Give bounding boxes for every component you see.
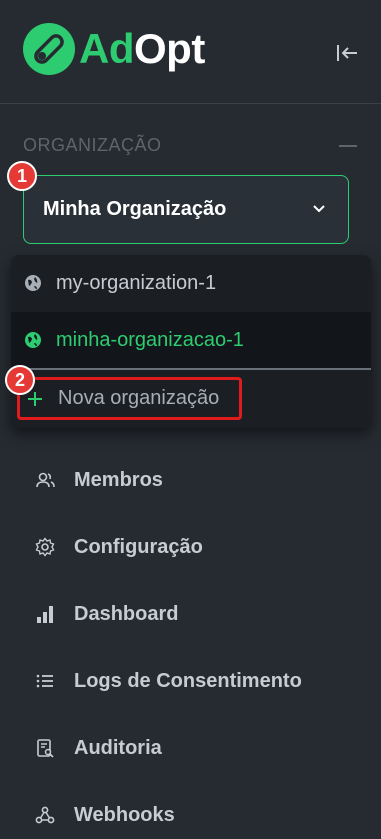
chevron-down-icon xyxy=(313,205,325,213)
nav-item-membros[interactable]: Membros xyxy=(0,446,381,514)
step-badge-2: 2 xyxy=(5,365,35,395)
dropdown-divider xyxy=(11,368,371,370)
logo-mark-icon xyxy=(23,23,75,75)
globe-icon xyxy=(25,275,41,291)
step-badge-1: 1 xyxy=(7,161,37,191)
nav-item-label: Webhooks xyxy=(74,803,175,826)
dropdown-option-my-organization-1[interactable]: my-organization-1 xyxy=(11,255,371,311)
brand-name: AdOpt xyxy=(79,25,205,73)
gear-icon xyxy=(35,537,55,557)
nav-item-configuracao[interactable]: Configuração xyxy=(0,513,381,581)
brand-logo[interactable]: AdOpt xyxy=(23,23,205,75)
nav-item-label: Membros xyxy=(74,468,163,491)
nav-item-webhooks[interactable]: Webhooks xyxy=(0,781,381,839)
audit-icon xyxy=(37,739,54,758)
nav-item-label: Configuração xyxy=(74,535,203,558)
nav-item-label: Dashboard xyxy=(74,602,179,625)
nav-item-auditoria[interactable]: Auditoria xyxy=(0,714,381,782)
dropdown-option-minha-organizacao-1[interactable]: minha-organizacao-1 xyxy=(11,312,371,368)
sidebar-header: AdOpt xyxy=(0,0,381,104)
selected-organization-label: Minha Organização xyxy=(43,198,227,220)
nav-item-logs-de-consentimento[interactable]: Logs de Consentimento xyxy=(0,647,381,715)
nav-item-dashboard[interactable]: Dashboard xyxy=(0,580,381,648)
new-organization-button[interactable]: Nova organização xyxy=(17,377,242,420)
list-icon xyxy=(36,674,53,688)
webhook-icon xyxy=(35,806,55,824)
dropdown-option-label: minha-organizacao-1 xyxy=(56,328,244,351)
nav-item-label: Logs de Consentimento xyxy=(74,669,302,692)
collapse-sidebar-icon[interactable] xyxy=(334,40,360,66)
organization-dropdown: my-organization-1 minha-organizacao-1 No… xyxy=(11,255,371,428)
nav-item-label: Auditoria xyxy=(74,736,162,759)
globe-icon xyxy=(25,332,41,348)
brand-name-opt: Opt xyxy=(134,25,205,72)
section-title-organizacao: ORGANIZAÇÃO xyxy=(23,135,162,155)
brand-name-ad: Ad xyxy=(79,25,135,72)
collapse-section-icon[interactable] xyxy=(339,145,357,147)
users-icon xyxy=(36,472,55,488)
new-organization-label: Nova organização xyxy=(58,387,220,409)
dropdown-option-label: my-organization-1 xyxy=(56,271,217,294)
bar-chart-icon xyxy=(37,606,53,623)
organization-select[interactable]: Minha Organização xyxy=(23,175,349,244)
